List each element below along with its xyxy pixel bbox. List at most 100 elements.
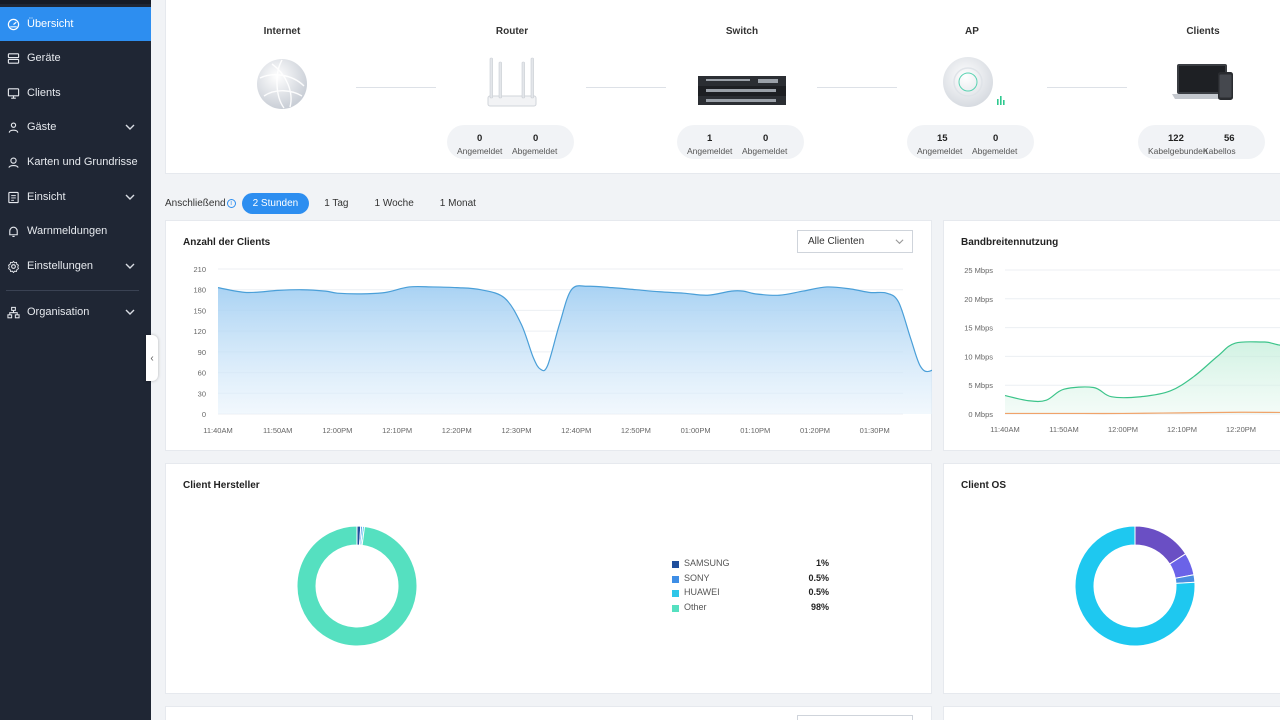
sidebar-item-label: Einsicht: [27, 191, 66, 203]
x-tick-label: 11:40AM: [990, 425, 1019, 434]
sidebar-item-einsicht[interactable]: Einsicht: [0, 180, 151, 214]
sidebar-item-warnmeldungen[interactable]: Warnmeldungen: [0, 214, 151, 248]
clients-count-chart: 0 30 60 90 120 150 180 210 11:40AM 11:50AM 12:00PM…: [193, 265, 932, 435]
vendor-slice: [296, 525, 418, 647]
stat-label: Angemeldet: [917, 146, 963, 156]
tab-time-range[interactable]: 1 Tag: [313, 193, 359, 214]
stat-label: Abgemeldet: [742, 146, 788, 156]
sidebar-item-übersicht[interactable]: Übersicht: [0, 7, 151, 41]
guests-icon: [6, 120, 20, 134]
y-tick-label: 180: [193, 286, 206, 295]
sidebar-item-label: Einstellungen: [27, 260, 94, 272]
access-point-icon: [932, 52, 1012, 116]
topology-connector: [586, 87, 666, 88]
clients-filter-value: Alle Clienten: [808, 236, 865, 247]
y-tick-label: 10 Mbps: [964, 352, 993, 361]
y-tick-label: 120: [193, 327, 206, 336]
sidebar: Übersicht Geräte Clients Gäste Karten und Gr…: [0, 0, 151, 720]
insight-icon: [6, 190, 20, 204]
stat-count: 0: [763, 133, 769, 144]
client-os-title: Client OS: [961, 480, 1007, 491]
legend-value: 98%: [810, 601, 829, 612]
topology-stats: 122 Kabelgebunden 56 Kabellos: [1138, 125, 1265, 159]
client-vendor-legend: SAMSUNG 1% SONY 0.5% HUAWEI 0.5% Other 98%: [672, 558, 832, 616]
y-tick-label: 60: [198, 369, 206, 378]
x-tick-label: 01:30PM: [860, 426, 890, 435]
stat-label: Angemeldet: [457, 146, 503, 156]
sidebar-collapse-handle[interactable]: ‹: [146, 335, 158, 381]
sidebar-item-label: Clients: [27, 87, 61, 99]
topology-connector: [356, 87, 436, 88]
sidebar-divider: [6, 290, 139, 291]
x-tick-label: 01:20PM: [800, 426, 830, 435]
sidebar-item-label: Gäste: [27, 121, 57, 133]
sidebar-item-clients[interactable]: Clients: [0, 76, 151, 110]
stat-count: 56: [1224, 133, 1235, 144]
x-tick-label: 12:20PM: [442, 426, 472, 435]
topology-stats: 1 Angemeldet 0 Abgemeldet: [677, 125, 804, 159]
topology-connector: [1047, 87, 1127, 88]
chevron-down-icon: [125, 194, 135, 200]
tab-time-range[interactable]: 1 Woche: [364, 193, 425, 214]
chevron-down-icon: [125, 309, 135, 315]
tab-time-range[interactable]: 1 Monat: [429, 193, 487, 214]
sidebar-item-geräte[interactable]: Geräte: [0, 41, 151, 75]
legend-swatch: [672, 590, 679, 597]
x-tick-label: 12:10PM: [1167, 425, 1197, 434]
legend-item[interactable]: SONY 0.5%: [672, 573, 832, 588]
y-tick-label: 210: [193, 265, 206, 274]
bell-icon: [6, 224, 20, 238]
y-tick-label: 20 Mbps: [964, 295, 993, 304]
clients-count-title: Anzahl der Clients: [183, 237, 271, 248]
topology-label: AP: [965, 26, 979, 37]
stat-count: 0: [993, 133, 999, 144]
time-range-tabs: Anschließend i 2 Stunden 1 Tag 1 Woche 1 Mon…: [165, 192, 491, 214]
sidebar-top-strip: [0, 0, 151, 4]
client-os-donut: [1074, 525, 1196, 647]
sidebar-item-karten-und-grundrisse[interactable]: Karten und Grundrisse: [0, 145, 151, 179]
legend-label: Other: [684, 601, 707, 612]
legend-label: HUAWEI: [684, 587, 720, 597]
x-tick-label: 11:40AM: [203, 426, 232, 435]
legend-swatch: [672, 561, 679, 568]
laptop-phone-icon: [1163, 52, 1243, 116]
next-card: [943, 706, 1280, 720]
sidebar-item-label: Übersicht: [27, 18, 74, 30]
x-tick-label: 12:10PM: [382, 426, 412, 435]
sidebar-item-label: Geräte: [27, 52, 61, 64]
stat-label: Abgemeldet: [512, 146, 558, 156]
globe-icon: [242, 52, 322, 116]
x-tick-label: 12:20PM: [1226, 425, 1256, 434]
router-icon: [472, 52, 552, 116]
sidebar-item-organisation[interactable]: Organisation: [0, 295, 151, 329]
topology-label: Router: [495, 26, 529, 37]
sidebar-item-einstellungen[interactable]: Einstellungen: [0, 249, 151, 283]
time-range-prefix: Anschließend i: [165, 198, 236, 209]
map-pin-icon: [6, 155, 20, 169]
legend-item[interactable]: SAMSUNG 1%: [672, 558, 832, 573]
clients-filter-dropdown[interactable]: Alle Clienten: [797, 230, 913, 253]
x-tick-label: 11:50AM: [263, 426, 292, 435]
monitor-icon: [6, 86, 20, 100]
chevron-down-icon: [125, 263, 135, 269]
topology-label: Clients: [1186, 26, 1220, 37]
client-vendor-donut: [296, 525, 418, 647]
chevron-down-icon: [895, 239, 904, 245]
y-tick-label: 15 Mbps: [964, 324, 993, 333]
organization-icon: [6, 305, 20, 319]
legend-item[interactable]: Other 98%: [672, 602, 832, 617]
stat-count: 0: [477, 133, 483, 144]
sidebar-item-gäste[interactable]: Gäste: [0, 110, 151, 144]
next-card-dropdown[interactable]: [797, 715, 913, 720]
x-tick-label: 12:30PM: [501, 426, 531, 435]
tab-time-range[interactable]: 2 Stunden: [241, 192, 310, 214]
legend-value: 1%: [815, 558, 829, 568]
gear-icon: [6, 259, 20, 273]
dashboard-icon: [6, 17, 20, 31]
x-tick-label: 01:10PM: [740, 426, 770, 435]
info-icon[interactable]: i: [226, 198, 236, 208]
legend-item[interactable]: HUAWEI 0.5%: [672, 587, 832, 602]
sidebar-item-label: Organisation: [27, 306, 90, 318]
topology-label: Internet: [263, 26, 301, 37]
topology-label: Switch: [725, 26, 759, 37]
